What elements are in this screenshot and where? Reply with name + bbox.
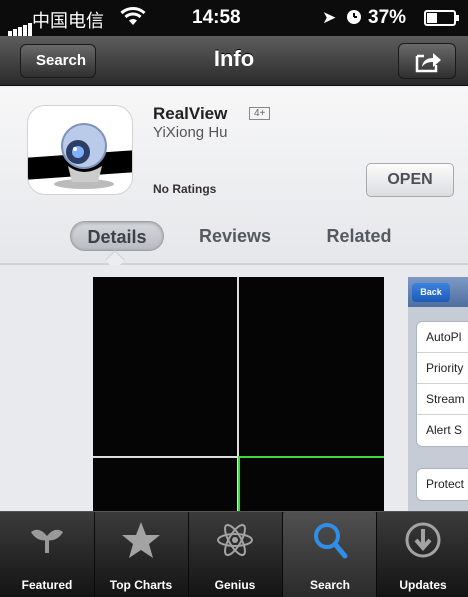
tab-label: Top Charts — [109, 578, 173, 592]
battery-percentage: 37% — [368, 7, 407, 28]
status-time: 14:58 — [192, 7, 241, 28]
screenshot-back-button: Back — [412, 283, 450, 302]
search-icon — [314, 523, 348, 559]
app-info-header: RealView 4+ YiXiong Hu No Ratings OPEN D… — [0, 87, 468, 263]
tab-details[interactable]: Details — [70, 221, 164, 251]
clock-icon — [346, 7, 362, 31]
list-item: Priority — [417, 353, 468, 384]
app-name: RealView — [153, 104, 228, 123]
star-icon — [122, 522, 160, 558]
tab-search[interactable]: Search — [283, 512, 377, 597]
tab-updates[interactable]: Updates — [376, 512, 468, 597]
signal-strength-icon — [8, 14, 33, 36]
tab-label: Featured — [21, 578, 73, 592]
location-arrow-icon: ➤ — [322, 8, 337, 27]
tab-bar: Featured Top Charts Genius Search Update… — [0, 511, 468, 597]
screenshot-camera-grid[interactable] — [93, 277, 384, 511]
atom-icon — [217, 523, 253, 557]
wifi-icon — [120, 7, 146, 33]
tab-genius[interactable]: Genius — [188, 512, 282, 597]
tab-label: Updates — [399, 578, 447, 592]
settings-group: AutoPl Priority Stream Alert S — [416, 321, 468, 447]
list-item: AutoPl — [417, 322, 468, 353]
list-item: Protect — [426, 477, 465, 491]
tab-reviews[interactable]: Reviews — [188, 221, 282, 251]
webcam-icon — [54, 123, 114, 189]
ratings-text: No Ratings — [153, 182, 217, 196]
app-icon[interactable] — [27, 105, 133, 195]
age-rating-badge: 4+ — [249, 107, 271, 120]
status-bar: 中国电信 14:58 ➤ 37% — [0, 0, 468, 36]
tab-related[interactable]: Related — [312, 221, 406, 251]
settings-group: Protect — [416, 468, 468, 501]
segmented-control: Details Reviews Related — [0, 221, 468, 257]
screenshot-settings[interactable]: Back AutoPl Priority Stream Alert S Prot… — [408, 277, 468, 511]
tab-label: Genius — [214, 578, 256, 592]
screenshot-gallery[interactable]: Back AutoPl Priority Stream Alert S Prot… — [0, 265, 468, 511]
carrier-name: 中国电信 — [32, 11, 104, 31]
featured-icon — [31, 529, 63, 553]
list-item: Alert S — [426, 423, 463, 437]
tab-top-charts[interactable]: Top Charts — [94, 512, 188, 597]
download-arrow-icon — [405, 522, 441, 558]
navigation-bar: Search Info — [0, 36, 468, 86]
list-item: Stream — [417, 384, 468, 415]
share-icon — [415, 53, 441, 73]
tab-label: Search — [309, 578, 351, 592]
developer-name[interactable]: YiXiong Hu — [153, 124, 228, 141]
open-button[interactable]: OPEN — [366, 163, 454, 197]
share-button[interactable] — [398, 43, 456, 79]
tab-featured[interactable]: Featured — [0, 512, 94, 597]
battery-icon — [424, 10, 459, 26]
